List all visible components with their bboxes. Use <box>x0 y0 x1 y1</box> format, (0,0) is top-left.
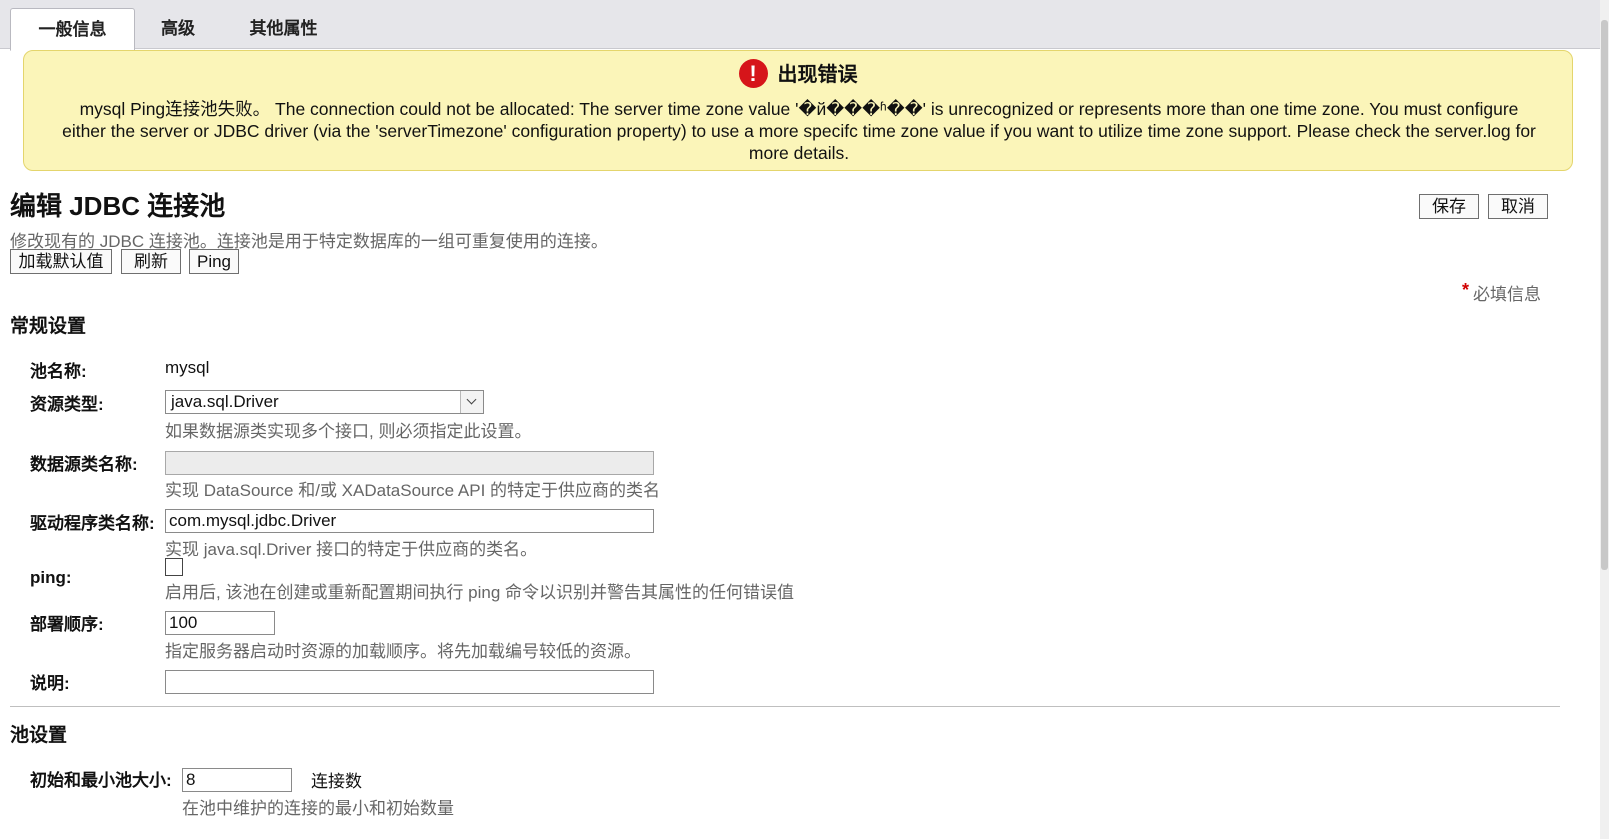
min-pool-size-field[interactable]: 8 <box>182 768 292 792</box>
error-icon: ! <box>738 59 768 89</box>
driver-class-field[interactable]: com.mysql.jdbc.Driver <box>165 509 654 533</box>
ping-label: ping: <box>30 568 72 587</box>
cancel-button[interactable]: 取消 <box>1488 194 1548 219</box>
required-star: * <box>1462 280 1470 300</box>
ping-checkbox[interactable] <box>165 558 183 576</box>
driver-class-label: 驱动程序类名称: <box>30 514 155 533</box>
tab-additional-properties[interactable]: 其他属性 <box>235 8 332 48</box>
pool-name-value: mysql <box>165 358 210 377</box>
min-pool-size-label: 初始和最小池大小: <box>30 771 172 790</box>
load-defaults-button[interactable]: 加载默认值 <box>10 249 112 274</box>
datasource-class-field[interactable] <box>165 451 654 475</box>
chevron-down-icon[interactable] <box>460 391 483 413</box>
save-button[interactable]: 保存 <box>1419 194 1479 219</box>
vertical-scrollbar[interactable] <box>1600 0 1609 839</box>
description-label: 说明: <box>30 674 70 693</box>
deploy-order-help: 指定服务器启动时资源的加载顺序。将先加载编号较低的资源。 <box>165 642 641 661</box>
datasource-class-help: 实现 DataSource 和/或 XADataSource API 的特定于供… <box>165 481 661 500</box>
refresh-button[interactable]: 刷新 <box>121 249 181 274</box>
description-field[interactable] <box>165 670 654 694</box>
deploy-order-field[interactable]: 100 <box>165 611 275 635</box>
pool-settings-title: 池设置 <box>10 725 68 746</box>
tab-advanced[interactable]: 高级 <box>145 8 211 48</box>
resource-type-select[interactable]: java.sql.Driver <box>165 390 484 414</box>
section-divider <box>10 706 1560 707</box>
error-title: 出现错误 <box>777 64 858 86</box>
required-note-label: 必填信息 <box>1473 285 1542 304</box>
error-alert: ! 出现错误 mysql Ping连接池失败。 The connection co… <box>23 50 1573 171</box>
resource-type-selected: java.sql.Driver <box>171 392 279 411</box>
page-title: 编辑 JDBC 连接池 <box>10 191 226 221</box>
min-pool-size-unit: 连接数 <box>311 772 362 791</box>
min-pool-size-help: 在池中维护的连接的最小和初始数量 <box>182 799 454 818</box>
ping-help: 启用后, 该池在创建或重新配置期间执行 ping 命令以识别并警告其属性的任何错… <box>165 583 795 602</box>
general-settings-title: 常规设置 <box>10 316 87 337</box>
datasource-class-label: 数据源类名称: <box>30 455 138 474</box>
required-note: * 必填信息 <box>1462 280 1541 305</box>
resource-type-label: 资源类型: <box>30 395 104 414</box>
tab-bar: 一般信息 高级 其他属性 <box>0 0 1600 51</box>
resource-type-help: 如果数据源类实现多个接口, 则必须指定此设置。 <box>165 422 532 441</box>
deploy-order-label: 部署顺序: <box>30 615 104 634</box>
ping-button[interactable]: Ping <box>189 249 239 274</box>
tab-general[interactable]: 一般信息 <box>10 8 135 51</box>
scrollbar-thumb[interactable] <box>1601 20 1608 570</box>
error-message: mysql Ping连接池失败。 The connection could no… <box>62 99 1536 163</box>
error-title-row: ! 出现错误 <box>24 59 1572 91</box>
driver-class-help: 实现 java.sql.Driver 接口的特定于供应商的类名。 <box>165 540 538 559</box>
pool-name-label: 池名称: <box>30 362 87 381</box>
